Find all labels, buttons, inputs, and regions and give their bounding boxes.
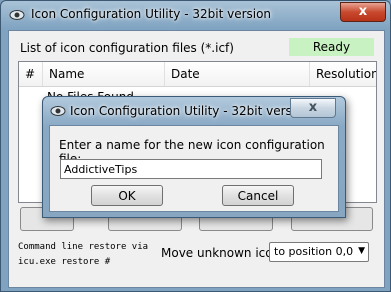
title-bar[interactable]: Icon Configuration Utility - 32bit versi… [1,1,390,29]
config-name-input[interactable] [60,159,322,179]
position-select[interactable]: to position 0,0 ▼ [269,242,369,262]
dialog-client-area: Enter a name for the new icon configurat… [49,125,339,212]
column-header-name[interactable]: Name [43,62,165,86]
column-header-date[interactable]: Date [165,62,310,86]
command-note-line2: icu.exe restore # [18,257,111,267]
column-header-number[interactable]: # [19,62,43,86]
dropdown-arrow-icon: ▼ [358,246,365,256]
eye-app-icon [50,106,66,116]
close-icon: x [358,4,368,19]
position-select-value: to position 0,0 [274,245,354,258]
close-icon: x [308,100,318,115]
eye-app-icon [9,10,25,20]
list-caption: List of icon configuration files (*.icf) [20,41,234,55]
command-line-note: Command line restore via icu.exe restore… [18,240,148,270]
cancel-button[interactable]: Cancel [222,185,294,206]
move-unknown-icons-label: Move unknown icons [161,246,287,260]
command-note-line1: Command line restore via [18,242,149,252]
close-button[interactable]: x [340,2,386,22]
status-badge: Ready [289,38,374,56]
list-header: # Name Date Resolution [19,62,376,87]
dialog-title: Icon Configuration Utility - 32bit versi… [70,104,311,118]
column-header-resolution[interactable]: Resolution [310,62,376,86]
new-config-dialog: Icon Configuration Utility - 32bit versi… [42,96,346,218]
ok-button[interactable]: OK [91,185,163,206]
window-title: Icon Configuration Utility - 32bit versi… [31,7,272,21]
dialog-close-button[interactable]: x [290,98,336,118]
